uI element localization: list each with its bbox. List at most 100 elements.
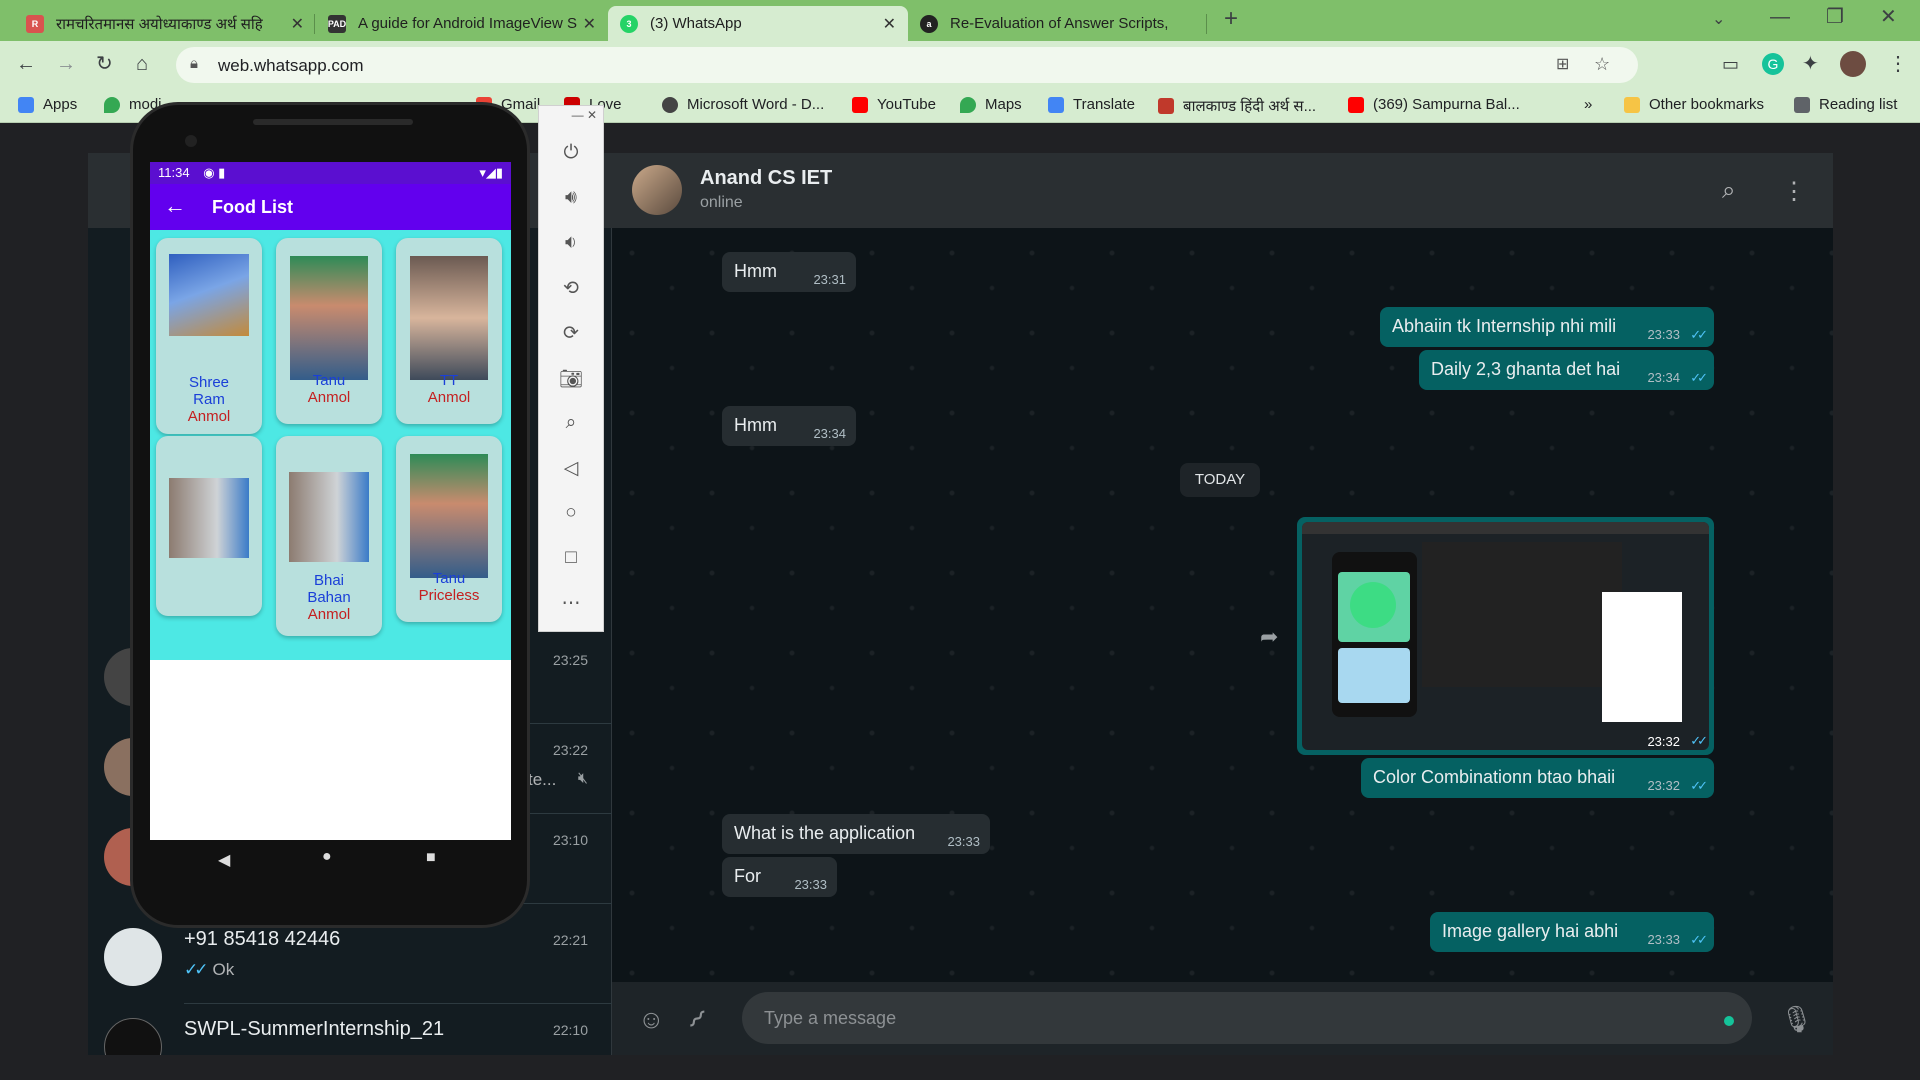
bookmark-translate[interactable]: Translate bbox=[1048, 96, 1135, 113]
message-input[interactable]: Type a message bbox=[742, 992, 1752, 1044]
browser-tab-4[interactable]: a Re-Evaluation of Answer Scripts, bbox=[908, 6, 1208, 41]
rotate-right-icon[interactable]: ⟳ bbox=[539, 322, 603, 345]
reload-icon[interactable]: ↻ bbox=[96, 53, 113, 75]
camera-icon[interactable]: 📷︎ bbox=[539, 367, 603, 391]
volume-down-icon[interactable]: 🔉︎ bbox=[539, 232, 603, 254]
minimize-window-icon[interactable]: — bbox=[1770, 6, 1790, 28]
double-tick-icon: ✓✓ bbox=[1690, 370, 1708, 385]
chat-list-item[interactable]: SWPL-SummerInternship_21 22:10 bbox=[88, 1004, 612, 1055]
food-image bbox=[169, 254, 249, 336]
bookmark-sampurna[interactable]: (369) Sampurna Bal... bbox=[1348, 96, 1520, 113]
browser-tab-2[interactable]: PAD A guide for Android ImageView S ✕ bbox=[316, 6, 608, 41]
rotate-left-icon[interactable]: ⟲ bbox=[539, 277, 603, 300]
close-tab-icon[interactable]: ✕ bbox=[883, 14, 896, 34]
nav-back-icon[interactable]: ◀ bbox=[218, 850, 230, 870]
cast-icon[interactable]: ▭ bbox=[1722, 53, 1739, 75]
new-tab-button[interactable]: + bbox=[1224, 7, 1238, 31]
youtube-icon bbox=[852, 96, 868, 113]
back-icon[interactable]: ← bbox=[16, 53, 36, 75]
close-icon[interactable]: — ✕ bbox=[539, 108, 603, 122]
bookmark-word[interactable]: Microsoft Word - D... bbox=[662, 96, 824, 113]
muted-icon: 🔇︎ bbox=[577, 770, 588, 787]
restore-window-icon[interactable]: ❐ bbox=[1826, 6, 1844, 28]
emoji-icon[interactable]: ☺ bbox=[638, 1004, 665, 1035]
chat-time: 23:25 bbox=[552, 652, 588, 668]
back-icon[interactable]: ◁ bbox=[539, 457, 603, 480]
extensions-puzzle-icon[interactable]: ✦ bbox=[1802, 53, 1819, 75]
folder-icon bbox=[1624, 96, 1640, 113]
avatar bbox=[104, 1018, 162, 1055]
back-arrow-icon[interactable]: ← bbox=[164, 193, 186, 219]
address-bar[interactable]: 🔒︎ web.whatsapp.com ☆ ⊞ bbox=[176, 47, 1638, 83]
forward-icon[interactable]: → bbox=[56, 53, 76, 75]
forward-icon[interactable]: ➦ bbox=[1260, 624, 1278, 650]
power-icon[interactable]: ⏻ bbox=[539, 142, 603, 164]
volume-up-icon[interactable]: 🔊︎ bbox=[539, 187, 603, 209]
chat-name: SWPL-SummerInternship_21 bbox=[184, 1018, 445, 1040]
status-time: 11:34 bbox=[158, 165, 190, 180]
more-icon[interactable]: ⋯ bbox=[539, 592, 603, 615]
double-tick-icon: ✓✓ bbox=[1690, 932, 1708, 947]
bookmark-youtube[interactable]: YouTube bbox=[852, 96, 936, 113]
tab-favicon-icon: PAD bbox=[328, 14, 346, 33]
grammarly-extension-icon[interactable]: G bbox=[1762, 53, 1784, 75]
home-icon[interactable]: ○ bbox=[539, 502, 603, 524]
tab-title: (3) WhatsApp bbox=[650, 15, 742, 32]
close-tab-icon[interactable]: ✕ bbox=[291, 14, 304, 34]
outgoing-message[interactable]: Abhaiin tk Internship nhi mili 23:33 ✓✓ bbox=[1380, 307, 1714, 347]
food-image bbox=[410, 454, 488, 578]
incoming-message[interactable]: Hmm 23:34 bbox=[722, 406, 856, 446]
home-icon[interactable]: ⌂ bbox=[136, 53, 148, 75]
microphone-icon[interactable]: 🎙︎ bbox=[1780, 1004, 1813, 1035]
translate-icon bbox=[1048, 96, 1064, 113]
food-card[interactable]: Shree Ram Anmol bbox=[156, 238, 262, 434]
contact-avatar[interactable] bbox=[632, 165, 682, 215]
incoming-message[interactable]: For 23:33 bbox=[722, 857, 837, 897]
food-card[interactable]: TT Anmol bbox=[396, 238, 502, 424]
emulator-control-panel: — ✕ ⏻ 🔊︎ 🔉︎ ⟲ ⟳ 📷︎ ⌕ ◁ ○ □ ⋯ bbox=[538, 105, 604, 632]
browser-tab-1[interactable]: R रामचरितमानस अयोध्याकाण्ड अर्थ सहि ✕ bbox=[14, 6, 316, 41]
date-chip: TODAY bbox=[1180, 463, 1260, 497]
food-card[interactable] bbox=[156, 436, 262, 616]
outgoing-message[interactable]: Color Combinationn btao bhaii 23:32 ✓✓ bbox=[1361, 758, 1714, 798]
food-grid: Shree Ram Anmol Tanu Anmol TT Anmol Bhai… bbox=[150, 230, 511, 660]
image-message[interactable]: 23:32 ✓✓ bbox=[1297, 517, 1714, 755]
search-icon[interactable]: ⌕ bbox=[1722, 177, 1735, 205]
install-app-icon[interactable]: ⊞ bbox=[1556, 54, 1569, 74]
bookmark-maps[interactable]: Maps bbox=[960, 96, 1022, 113]
bookmark-star-icon[interactable]: ☆ bbox=[1594, 54, 1610, 75]
more-bookmarks-button[interactable]: » bbox=[1584, 96, 1592, 113]
tab-search-icon[interactable]: ⌄ bbox=[1712, 9, 1725, 31]
food-image bbox=[289, 472, 369, 562]
profile-avatar[interactable] bbox=[1840, 51, 1866, 77]
bookmark-balkand[interactable]: बालकाण्ड हिंदी अर्थ स... bbox=[1158, 96, 1316, 116]
outgoing-message[interactable]: Daily 2,3 ghanta det hai 23:34 ✓✓ bbox=[1419, 350, 1714, 390]
browser-tab-whatsapp[interactable]: 3 (3) WhatsApp ✕ bbox=[608, 6, 908, 41]
incoming-message[interactable]: What is the application 23:33 bbox=[722, 814, 990, 854]
close-window-icon[interactable]: ✕ bbox=[1880, 6, 1897, 28]
chat-preview: ✓✓ Ok bbox=[184, 960, 235, 979]
grammarly-dot-icon bbox=[1724, 1016, 1734, 1026]
other-bookmarks[interactable]: Other bookmarks bbox=[1624, 96, 1764, 113]
outgoing-message[interactable]: Image gallery hai abhi 23:33 ✓✓ bbox=[1430, 912, 1714, 952]
overview-icon[interactable]: □ bbox=[539, 547, 603, 569]
food-card[interactable]: Tanu Priceless bbox=[396, 436, 502, 622]
conversation-header[interactable]: Anand CS IET online ⌕ ⋮ bbox=[612, 153, 1833, 228]
nav-recents-icon[interactable]: ■ bbox=[426, 849, 436, 867]
bookmark-apps[interactable]: Apps bbox=[18, 96, 77, 113]
close-tab-icon[interactable]: ✕ bbox=[583, 14, 596, 34]
app-bar: ← Food List bbox=[150, 184, 511, 230]
attach-icon[interactable]: ⌇ bbox=[681, 1004, 712, 1035]
contact-status: online bbox=[700, 194, 743, 211]
chrome-menu-icon[interactable]: ⋮ bbox=[1888, 53, 1908, 75]
nav-home-icon[interactable]: ● bbox=[322, 848, 332, 866]
bookmark-favicon-icon bbox=[1158, 98, 1174, 114]
zoom-icon[interactable]: ⌕ bbox=[539, 412, 603, 434]
menu-icon[interactable]: ⋮ bbox=[1782, 177, 1806, 206]
incoming-message[interactable]: Hmm 23:31 bbox=[722, 252, 856, 292]
food-card[interactable]: Bhai Bahan Anmol bbox=[276, 436, 382, 636]
reading-list[interactable]: Reading list bbox=[1794, 96, 1897, 113]
double-tick-icon: ✓✓ bbox=[1690, 733, 1708, 748]
whatsapp-favicon-icon: 3 bbox=[620, 14, 638, 33]
food-card[interactable]: Tanu Anmol bbox=[276, 238, 382, 424]
